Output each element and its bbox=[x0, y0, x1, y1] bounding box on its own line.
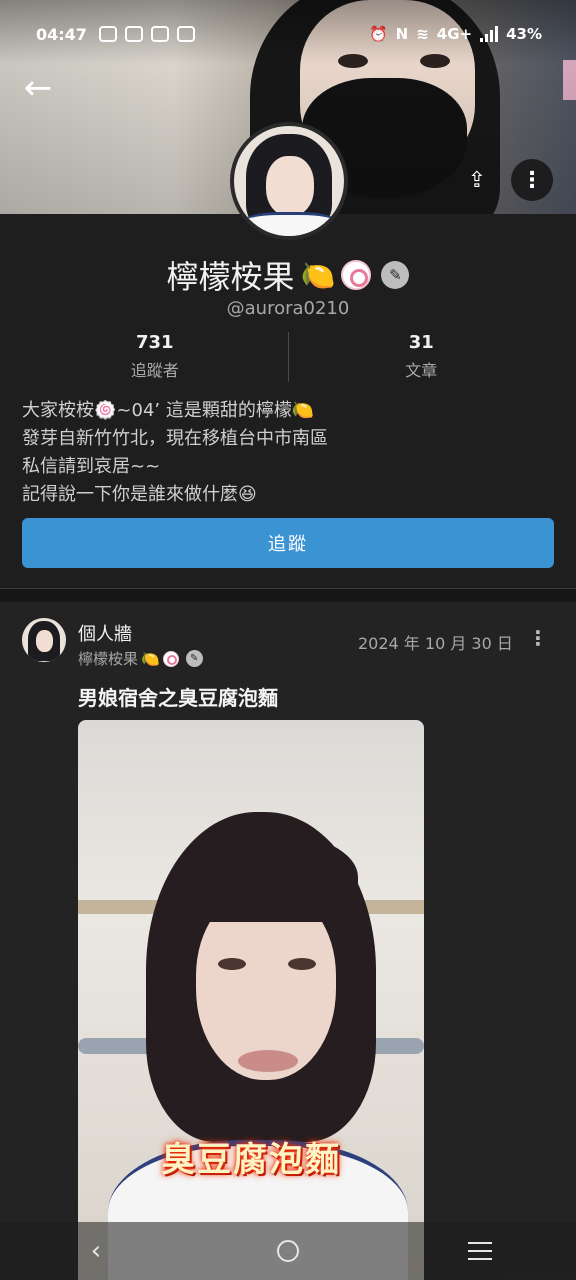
profile-stats: 731 追蹤者 31 文章 bbox=[22, 332, 554, 384]
follow-button[interactable]: 追蹤 bbox=[22, 518, 554, 568]
image-caption: 臭豆腐泡麵 bbox=[161, 1140, 341, 1180]
more-vertical-icon: ⋮ bbox=[521, 167, 543, 193]
nav-back-button[interactable]: ‹ bbox=[76, 1231, 116, 1271]
arrow-left-icon: ← bbox=[23, 68, 53, 108]
profile-bio: 大家桉桉🍥~04’ 這是顆甜的檸檬🍋 發芽自新竹竹北，現在移植台中市南區 私信請… bbox=[22, 397, 552, 509]
narutomaki-icon bbox=[341, 260, 372, 290]
post-more-button[interactable]: ⋮ bbox=[528, 626, 548, 652]
status-bar: 04:47 ⏰ N ≋ 4G+ 43% bbox=[0, 0, 576, 68]
post-date: 2024 年 10 月 30 日 bbox=[358, 634, 513, 653]
message-icon bbox=[124, 26, 143, 42]
vibrate-icon: ≋ bbox=[416, 25, 429, 43]
nfc-icon: N bbox=[395, 25, 409, 43]
bio-line: 大家桉桉🍥~04’ 這是顆甜的檸檬🍋 bbox=[22, 400, 315, 421]
profile-avatar[interactable] bbox=[230, 122, 348, 240]
post-board-name[interactable]: 個人牆 bbox=[78, 620, 132, 646]
bio-line: 記得說一下你是誰來做什麼😆 bbox=[22, 484, 257, 505]
posts-stat[interactable]: 31 文章 bbox=[289, 332, 555, 384]
signal-icon bbox=[480, 26, 499, 42]
post-title[interactable]: 男娘宿舍之臭豆腐泡麵 bbox=[78, 682, 278, 711]
narutomaki-icon bbox=[162, 650, 179, 667]
back-button[interactable]: ← bbox=[18, 70, 58, 110]
share-button[interactable]: ⇪ bbox=[456, 159, 498, 201]
bio-line: 私信請到哀居~~ bbox=[22, 456, 161, 477]
post-image[interactable]: 臭豆腐泡麵 bbox=[78, 720, 424, 1280]
nav-recents-button[interactable] bbox=[460, 1231, 500, 1271]
system-nav-bar: ‹ bbox=[0, 1222, 576, 1280]
recents-icon bbox=[468, 1242, 492, 1260]
lemon-icon: 🍋 bbox=[300, 258, 336, 292]
nav-home-button[interactable] bbox=[268, 1231, 308, 1271]
chevron-left-icon: ‹ bbox=[90, 1236, 102, 1266]
alarm-icon: ⏰ bbox=[368, 25, 388, 43]
followers-stat[interactable]: 731 追蹤者 bbox=[22, 332, 288, 384]
section-divider bbox=[0, 588, 576, 602]
profile-handle: @aurora0210 bbox=[226, 298, 350, 319]
post-author-row[interactable]: 檸檬桉果 🍋 ✎ bbox=[78, 648, 203, 669]
post-author-avatar[interactable] bbox=[22, 618, 66, 662]
profile-name: 檸檬桉果 bbox=[166, 258, 295, 296]
posts-label: 文章 bbox=[405, 361, 438, 380]
verified-badge-icon: ✎ bbox=[185, 650, 203, 667]
bio-line: 發芽自新竹竹北，現在移植台中市南區 bbox=[22, 428, 328, 449]
status-time: 04:47 bbox=[36, 24, 87, 44]
profile-name-row: 檸檬桉果 🍋 ✎ bbox=[0, 252, 576, 298]
home-circle-icon bbox=[277, 1240, 299, 1262]
notification-icon bbox=[98, 26, 117, 42]
posts-count: 31 bbox=[408, 332, 434, 353]
post-card[interactable]: 個人牆 檸檬桉果 🍋 ✎ 2024 年 10 月 30 日 ⋮ 男娘宿舍之臭豆腐… bbox=[0, 602, 576, 1280]
followers-label: 追蹤者 bbox=[130, 361, 179, 380]
followers-count: 731 bbox=[135, 332, 174, 353]
verified-badge-icon: ✎ bbox=[381, 261, 410, 289]
more-options-button[interactable]: ⋮ bbox=[511, 159, 553, 201]
post-author-name: 檸檬桉果 bbox=[78, 650, 139, 668]
battery-level: 43% bbox=[506, 25, 542, 43]
network-type: 4G+ bbox=[436, 25, 473, 43]
twitch-icon bbox=[176, 26, 195, 42]
instagram-icon bbox=[150, 26, 169, 42]
lemon-icon: 🍋 bbox=[141, 649, 160, 668]
share-icon: ⇪ bbox=[467, 167, 487, 193]
